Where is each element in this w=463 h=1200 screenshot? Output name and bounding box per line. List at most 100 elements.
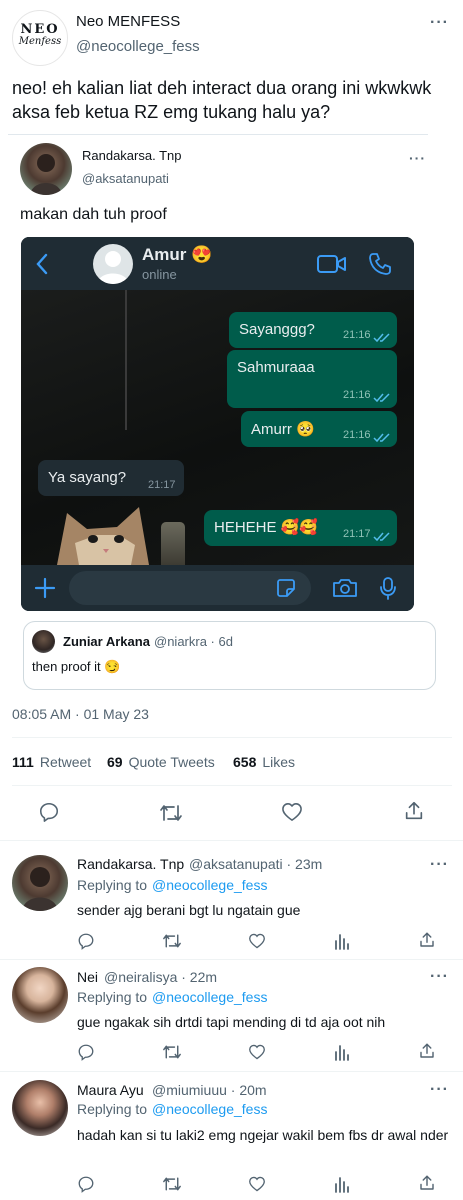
quoted-name[interactable]: Randakarsa. Tnp — [82, 148, 182, 163]
reply-text: hadah kan si tu laki2 emg ngejar wakil b… — [77, 1127, 449, 1143]
quotes-label: Quote Tweets — [128, 754, 215, 770]
message-time: 21:16 — [343, 389, 371, 401]
message-time: 21:16 — [343, 429, 371, 441]
default-avatar-icon — [97, 251, 129, 284]
read-receipt-icon — [373, 529, 391, 547]
person-silhouette-icon — [30, 154, 62, 195]
bottle-photo — [161, 522, 185, 565]
avatar[interactable] — [12, 1080, 68, 1136]
reply-author-name[interactable]: Randakarsa. Tnp — [77, 856, 184, 872]
more-dots-icon[interactable]: ··· — [409, 150, 426, 166]
read-receipt-icon — [373, 330, 391, 348]
retweet-icon[interactable] — [162, 1175, 182, 1193]
reply-author-meta: @aksatanupati · 23m — [189, 856, 323, 872]
analytics-icon[interactable] — [334, 932, 350, 950]
camera-icon[interactable] — [332, 578, 358, 598]
message-time: 21:17 — [343, 528, 371, 540]
avatar[interactable] — [20, 143, 72, 195]
more-dots-icon[interactable]: ··· — [430, 856, 449, 874]
replying-to: Replying to @neocollege_fess — [77, 989, 267, 1005]
account-name[interactable]: Neo MENFESS — [76, 13, 180, 30]
more-dots-icon[interactable]: ··· — [430, 14, 449, 32]
nested-quote-meta: @niarkra · 6d — [154, 634, 233, 649]
logo-text-top: NEO — [20, 22, 60, 37]
share-icon[interactable] — [418, 1174, 436, 1192]
quotes-count: 69 — [107, 754, 123, 770]
reply-icon[interactable] — [38, 801, 60, 823]
divider — [0, 959, 463, 960]
nested-quote-text: then proof it 😏 — [32, 659, 121, 674]
message-text: Ya sayang? — [48, 469, 127, 486]
like-icon[interactable] — [248, 1044, 266, 1060]
replying-to-handle[interactable]: @neocollege_fess — [152, 877, 267, 893]
video-call-icon[interactable] — [317, 254, 347, 274]
message-time: 21:16 — [343, 329, 371, 341]
analytics-icon[interactable] — [334, 1043, 350, 1061]
back-chevron-icon[interactable] — [35, 253, 49, 275]
likes-label: Likes — [262, 754, 296, 770]
avatar[interactable] — [12, 967, 68, 1023]
cat-photo — [47, 495, 167, 565]
replying-to-prefix: Replying to — [77, 877, 148, 893]
nested-quote-name[interactable]: Zuniar Arkana — [63, 634, 150, 649]
sticker-icon[interactable] — [276, 578, 296, 598]
divider — [12, 737, 452, 738]
reply-author-name[interactable]: Nei — [77, 969, 98, 985]
reply-author-meta: @miumiuuu · 20m — [152, 1082, 267, 1098]
replying-to: Replying to @neocollege_fess — [77, 1101, 267, 1117]
avatar[interactable] — [12, 855, 68, 911]
analytics-icon[interactable] — [334, 1175, 350, 1193]
retweet-icon[interactable] — [162, 932, 182, 950]
avatar[interactable] — [32, 630, 55, 653]
neo-menfess-logo-avatar[interactable]: NEO Menfess — [12, 10, 68, 66]
retweet-icon[interactable] — [162, 1043, 182, 1061]
nested-quote-card[interactable] — [23, 621, 436, 690]
share-icon[interactable] — [418, 1042, 436, 1060]
replying-to: Replying to @neocollege_fess — [77, 877, 267, 893]
share-icon[interactable] — [418, 931, 436, 949]
tweet-timestamp[interactable]: 08:05 AM · 01 May 23 — [12, 706, 149, 722]
person-silhouette-icon — [22, 867, 58, 911]
contact-avatar[interactable] — [93, 244, 133, 284]
tweet-text: neo! eh kalian liat deh interact dua ora… — [12, 78, 432, 122]
message-text: Amurr 🥺 — [251, 421, 315, 438]
reply-author-meta: @neiralisya · 22m — [104, 969, 218, 985]
account-handle[interactable]: @neocollege_fess — [76, 38, 200, 55]
contact-name[interactable]: Amur 😍 — [142, 245, 212, 265]
like-icon[interactable] — [248, 933, 266, 949]
quoted-tweet-card[interactable] — [8, 134, 428, 135]
likes-count: 658 — [233, 754, 257, 770]
message-text: Sahmuraaa — [237, 359, 315, 376]
read-receipt-icon — [373, 390, 391, 408]
more-dots-icon[interactable]: ··· — [430, 968, 449, 986]
mic-icon[interactable] — [379, 576, 397, 600]
message-input[interactable] — [69, 571, 311, 605]
logo-text-bottom: Menfess — [18, 36, 62, 47]
chat-header — [21, 237, 414, 290]
retweets-stat[interactable]: 111 Retweet — [12, 754, 91, 770]
retweets-count: 111 — [12, 754, 34, 770]
phone-icon[interactable] — [368, 252, 392, 276]
reply-author-name[interactable]: Maura Ayu — [77, 1082, 144, 1098]
more-dots-icon[interactable]: ··· — [430, 1081, 449, 1099]
like-icon[interactable] — [281, 802, 303, 822]
message-text: HEHEHE 🥰🥰 — [214, 519, 319, 536]
retweet-icon[interactable] — [159, 802, 183, 824]
retweets-label: Retweet — [39, 754, 92, 770]
replying-to-handle[interactable]: @neocollege_fess — [152, 989, 267, 1005]
plus-icon[interactable] — [34, 577, 56, 599]
message-text: Sayanggg? — [239, 321, 315, 338]
quoted-handle[interactable]: @aksatanupati — [82, 171, 169, 186]
reply-icon[interactable] — [77, 1175, 95, 1193]
divider — [0, 840, 463, 841]
share-icon[interactable] — [403, 800, 425, 822]
likes-stat[interactable]: 658 Likes — [233, 754, 295, 770]
quotes-stat[interactable]: 69 Quote Tweets — [107, 754, 215, 770]
like-icon[interactable] — [248, 1176, 266, 1192]
reply-icon[interactable] — [77, 932, 95, 950]
chat-screenshot[interactable]: Amur 😍 online Sayanggg? 21:16 Sahmuraaa … — [21, 237, 414, 611]
wallpaper-line — [125, 290, 127, 430]
reply-icon[interactable] — [77, 1043, 95, 1061]
replying-to-prefix: Replying to — [77, 989, 148, 1005]
replying-to-handle[interactable]: @neocollege_fess — [152, 1101, 267, 1117]
